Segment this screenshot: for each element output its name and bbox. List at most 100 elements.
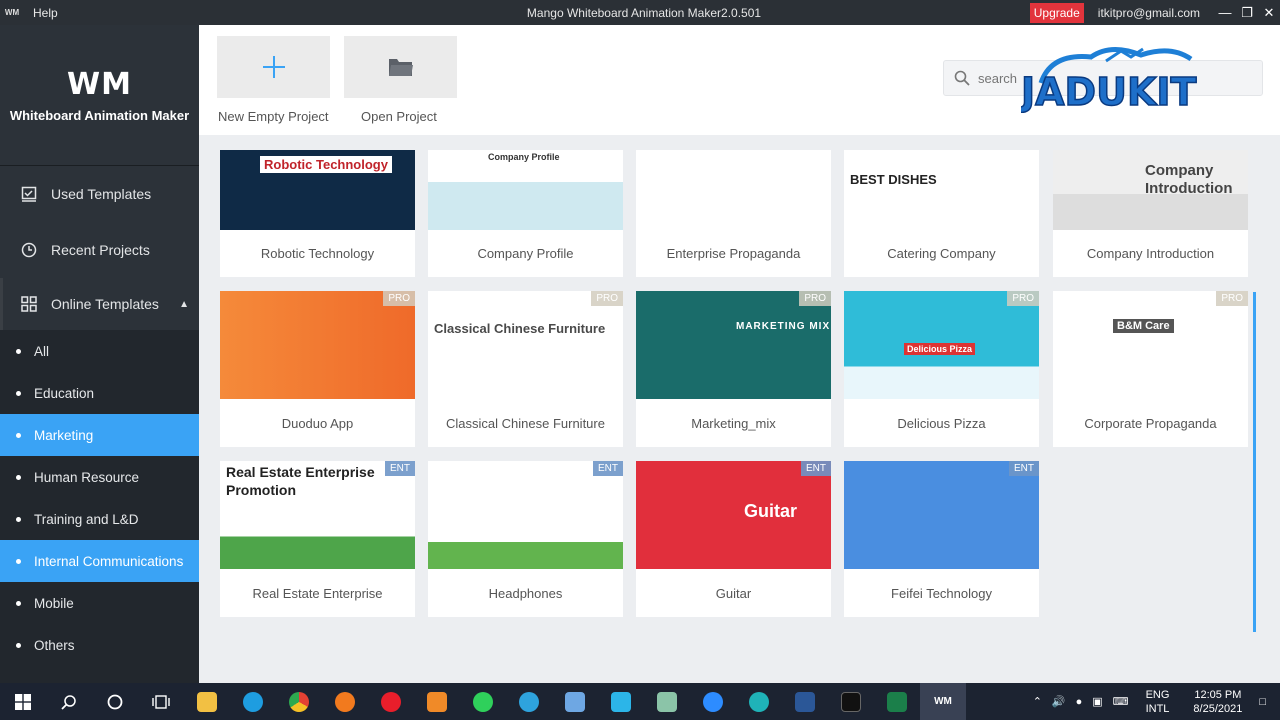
template-name: Marketing_mix bbox=[691, 415, 776, 431]
template-name: Enterprise Propaganda bbox=[666, 246, 801, 261]
windows-start-icon[interactable] bbox=[0, 683, 46, 720]
app-icon-blue[interactable] bbox=[552, 683, 598, 720]
whatsapp-icon[interactable] bbox=[460, 683, 506, 720]
sidebar-category-label: Education bbox=[34, 385, 95, 401]
title-bar: WM Help Mango Whiteboard Animation Maker… bbox=[0, 0, 1280, 25]
cortana-icon[interactable] bbox=[92, 683, 138, 720]
keyboard-icon[interactable]: ⌨ bbox=[1113, 695, 1129, 708]
sidebar-category-item[interactable]: Others bbox=[0, 624, 199, 666]
template-card[interactable]: ENT Headphones bbox=[428, 461, 623, 617]
mango-taskbar-icon[interactable]: WM bbox=[920, 683, 966, 720]
firefox-icon[interactable] bbox=[322, 683, 368, 720]
sidebar-category-item[interactable]: Human Resource bbox=[0, 456, 199, 498]
sidebar-item-online-templates[interactable]: Online Templates ▲ bbox=[0, 278, 199, 330]
restore-icon[interactable]: ❐ bbox=[1236, 0, 1258, 25]
opera-icon[interactable] bbox=[368, 683, 414, 720]
new-project-label[interactable]: New Empty Project bbox=[218, 109, 329, 124]
sidebar-category-label: All bbox=[34, 343, 50, 359]
account-email[interactable]: itkitpro@gmail.com bbox=[1098, 6, 1200, 20]
template-card[interactable]: Classical Chinese Furniture PRO Classical … bbox=[428, 291, 623, 447]
system-tray: ⌃ 🔊 ● ▣ ⌨ ENG INTL 12:05 PM 8/25/2021 □ bbox=[1028, 683, 1280, 720]
template-thumbnail: ENT bbox=[844, 461, 1039, 569]
template-card[interactable]: Guitar ENT Guitar bbox=[636, 461, 831, 617]
template-name: Corporate Propaganda bbox=[1084, 415, 1217, 431]
sidebar-category-item[interactable]: All bbox=[0, 330, 199, 372]
template-name: Feifei Technology bbox=[891, 585, 992, 601]
upgrade-button[interactable]: Upgrade bbox=[1029, 2, 1084, 23]
template-card[interactable]: B&M Care PRO Corporate Propaganda bbox=[1053, 291, 1248, 447]
brand-logo: WM bbox=[67, 67, 132, 102]
new-project-button[interactable] bbox=[217, 36, 330, 98]
sidebar-item-used-templates[interactable]: Used Templates bbox=[0, 166, 199, 222]
sidebar-category-item[interactable]: Training and L&D bbox=[0, 498, 199, 540]
sidebar-category-item[interactable]: Marketing bbox=[0, 414, 199, 456]
task-view-icon[interactable] bbox=[138, 683, 184, 720]
sidebar-category-label: Marketing bbox=[34, 427, 94, 443]
tier-badge: PRO bbox=[383, 291, 415, 306]
bullet-icon bbox=[16, 600, 21, 606]
sidebar-item-recent-projects[interactable]: Recent Projects bbox=[0, 222, 199, 278]
close-icon[interactable]: ✕ bbox=[1258, 0, 1280, 25]
tier-badge: ENT bbox=[593, 461, 623, 476]
sidebar-category-item[interactable]: Mobile bbox=[0, 582, 199, 624]
open-project-label[interactable]: Open Project bbox=[361, 109, 437, 124]
chrome-icon[interactable] bbox=[276, 683, 322, 720]
template-name: Classical Chinese Furniture bbox=[446, 415, 605, 431]
scrollbar[interactable] bbox=[1253, 292, 1256, 632]
sidebar-category-label: Others bbox=[34, 637, 75, 653]
template-card[interactable]: Company Introduction Company Introduction bbox=[1053, 150, 1248, 277]
app-icon-dark[interactable] bbox=[828, 683, 874, 720]
thumbnail-title: Guitar bbox=[744, 501, 798, 521]
template-thumbnail: Company Profile bbox=[428, 150, 623, 230]
template-card[interactable]: MARKETING MIX PRO Marketing_mix bbox=[636, 291, 831, 447]
telegram-icon[interactable] bbox=[506, 683, 552, 720]
notification-icon[interactable]: □ bbox=[1259, 696, 1266, 708]
language-indicator[interactable]: ENG INTL bbox=[1146, 688, 1170, 716]
app-icon-teal[interactable] bbox=[736, 683, 782, 720]
sidebar-item-label: Used Templates bbox=[51, 186, 152, 202]
template-card[interactable]: PRO Duoduo App bbox=[220, 291, 415, 447]
template-card[interactable]: Real Estate Enterprise Promotion ENT Real … bbox=[220, 461, 415, 617]
word-icon[interactable] bbox=[782, 683, 828, 720]
checklist-icon bbox=[20, 185, 38, 203]
folder-icon bbox=[388, 59, 413, 76]
app-icon-arrow[interactable] bbox=[874, 683, 920, 720]
template-thumbnail: B&M Care PRO bbox=[1053, 291, 1248, 399]
template-name: Company Introduction bbox=[1086, 246, 1215, 261]
minimize-icon[interactable]: — bbox=[1214, 0, 1236, 25]
sidebar-category-label: Training and L&D bbox=[34, 511, 139, 527]
app-icon-green[interactable] bbox=[644, 683, 690, 720]
thumbnail-title: MARKETING MIX bbox=[736, 321, 831, 332]
template-card[interactable]: Delicious Pizza PRO Delicious Pizza bbox=[844, 291, 1039, 447]
brand-area: WM Whiteboard Animation Maker bbox=[0, 25, 199, 165]
sidebar-category-item[interactable]: Internal Communications bbox=[0, 540, 199, 582]
template-thumbnail: Guitar ENT bbox=[636, 461, 831, 569]
search-icon bbox=[954, 70, 970, 86]
bullet-icon bbox=[16, 348, 21, 354]
sidebar-category-item[interactable]: Education bbox=[0, 372, 199, 414]
template-name: Real Estate Enterprise bbox=[252, 585, 383, 601]
template-card[interactable]: Company Profile Company Profile bbox=[428, 150, 623, 277]
edge-icon[interactable] bbox=[230, 683, 276, 720]
microphone-icon[interactable]: ● bbox=[1076, 696, 1083, 708]
svg-text:JADUKIT: JADUKIT bbox=[1021, 70, 1197, 113]
taskbar-search-icon[interactable] bbox=[46, 683, 92, 720]
template-card[interactable]: ENT Feifei Technology bbox=[844, 461, 1039, 617]
app-icon-orange[interactable] bbox=[414, 683, 460, 720]
network-icon[interactable]: ▣ bbox=[1092, 695, 1102, 708]
file-explorer-icon[interactable] bbox=[184, 683, 230, 720]
template-card[interactable]: Robotic Technology Robotic Technology bbox=[220, 150, 415, 277]
grid-icon bbox=[20, 295, 38, 313]
open-project-button[interactable] bbox=[344, 36, 457, 98]
bullet-icon bbox=[16, 432, 21, 438]
sidebar-category-label: Human Resource bbox=[34, 469, 140, 485]
zoom-icon[interactable] bbox=[690, 683, 736, 720]
chevron-up-icon[interactable]: ⌃ bbox=[1033, 695, 1042, 708]
volume-icon[interactable]: 🔊 bbox=[1052, 695, 1066, 708]
template-card[interactable]: BEST DISHES Catering Company bbox=[844, 150, 1039, 277]
clock[interactable]: 12:05 PM 8/25/2021 bbox=[1193, 688, 1242, 716]
help-menu[interactable]: Help bbox=[33, 6, 58, 20]
template-card[interactable]: Enterprise Propaganda bbox=[636, 150, 831, 277]
bullet-icon bbox=[16, 474, 21, 480]
app-icon-w[interactable] bbox=[598, 683, 644, 720]
